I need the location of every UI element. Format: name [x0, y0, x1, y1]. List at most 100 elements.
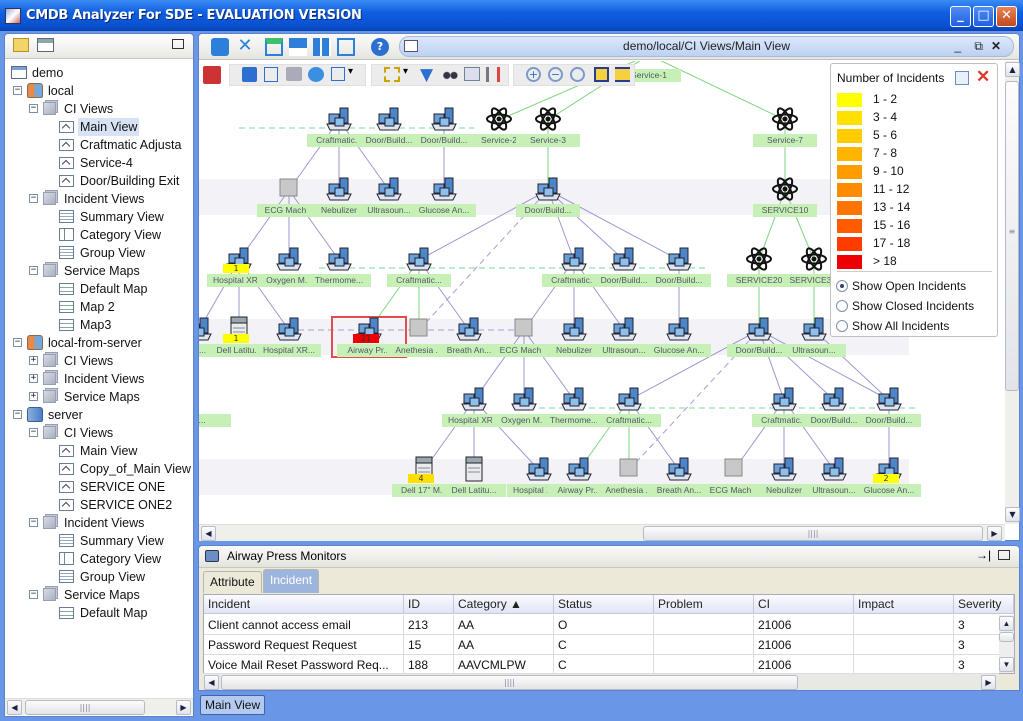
tree-item[interactable]: − CI Views: [5, 100, 193, 118]
column-header[interactable]: Incident: [204, 595, 404, 614]
fit-height-icon[interactable]: [615, 67, 630, 82]
incident-filter-radio[interactable]: Show All Incidents: [836, 318, 996, 334]
toolbox-icon[interactable]: [203, 66, 221, 84]
table-cell[interactable]: C: [554, 635, 654, 655]
tree-item[interactable]: Map3: [5, 316, 193, 334]
settings-icon[interactable]: [486, 67, 500, 82]
cascade-icon[interactable]: [211, 38, 229, 56]
tooltip-icon[interactable]: [464, 67, 480, 81]
table-cell[interactable]: [854, 615, 954, 635]
table-hscroll-thumb[interactable]: ||||: [221, 675, 798, 690]
radio-button[interactable]: [836, 300, 848, 312]
import-icon[interactable]: [37, 38, 54, 52]
tree-item[interactable]: Summary View: [5, 208, 193, 226]
tree-item[interactable]: − server: [5, 406, 193, 424]
ci-node[interactable]: Glucose An...: [639, 314, 719, 360]
diagram-hscroll[interactable]: ◀ |||| ▶: [199, 524, 1005, 541]
close-legend-icon[interactable]: ✕: [976, 67, 990, 87]
diagram-vscroll[interactable]: ▲ ≡ ▼: [1005, 61, 1020, 524]
fit-page-icon[interactable]: [594, 67, 609, 82]
edit-legend-icon[interactable]: [955, 71, 969, 85]
table-cell[interactable]: [654, 615, 754, 635]
tree-item[interactable]: − Service Maps: [5, 262, 193, 280]
scroll-down-button[interactable]: ▼: [999, 657, 1014, 672]
tree-item[interactable]: − CI Views: [5, 424, 193, 442]
scroll-up-button[interactable]: ▲: [1005, 62, 1020, 77]
tree-item[interactable]: Service-4: [5, 154, 193, 172]
tab-attribute[interactable]: Attribute: [203, 571, 262, 593]
column-header[interactable]: Status: [554, 595, 654, 614]
collapse-toggle-icon[interactable]: −: [29, 194, 38, 203]
collapse-toggle-icon[interactable]: −: [13, 338, 22, 347]
column-header[interactable]: ID: [404, 595, 454, 614]
tree-item[interactable]: demo: [5, 64, 193, 82]
table-hscroll[interactable]: ◀ |||| ▶: [203, 673, 999, 690]
scroll-left-button[interactable]: ◀: [7, 700, 22, 715]
tree-item[interactable]: + Incident Views: [5, 370, 193, 388]
scroll-right-button[interactable]: ▶: [981, 675, 996, 690]
scroll-right-button[interactable]: ▶: [176, 700, 191, 715]
scroll-left-button[interactable]: ◀: [204, 675, 219, 690]
ci-node[interactable]: Service-3: [508, 104, 588, 150]
tree-item[interactable]: Default Map: [5, 604, 193, 622]
tree-item[interactable]: − local: [5, 82, 193, 100]
column-header[interactable]: Problem: [654, 595, 754, 614]
print-icon[interactable]: [286, 67, 302, 81]
tree-item[interactable]: Map 2: [5, 298, 193, 316]
incident-filter-radio[interactable]: Show Closed Incidents: [836, 298, 996, 314]
table-cell[interactable]: [854, 655, 954, 673]
close-all-icon[interactable]: ✕: [236, 37, 254, 56]
table-cell[interactable]: AAVCMLPW: [454, 655, 554, 673]
tree-item[interactable]: Default Map: [5, 280, 193, 298]
panel-close-button[interactable]: ✕: [991, 37, 1001, 56]
filter-icon[interactable]: ▼: [420, 65, 438, 85]
undock-icon[interactable]: [998, 550, 1010, 560]
radio-button[interactable]: [836, 320, 848, 332]
help-icon[interactable]: ?: [371, 38, 389, 56]
ci-node[interactable]: Glucose An...: [404, 174, 484, 220]
ci-node[interactable]: Hospital XR...: [249, 314, 329, 360]
ci-node[interactable]: Door/Build...: [849, 384, 929, 430]
table-cell[interactable]: 21006: [754, 635, 854, 655]
table-cell[interactable]: 188: [404, 655, 454, 673]
new-folder-icon[interactable]: [13, 38, 29, 52]
collapse-toggle-icon[interactable]: −: [29, 590, 38, 599]
tree-item[interactable]: Main View: [5, 442, 193, 460]
stack-icon[interactable]: [337, 38, 355, 56]
table-cell[interactable]: O: [554, 615, 654, 635]
table-cell[interactable]: [654, 635, 754, 655]
export-dropdown-icon[interactable]: ▾: [348, 66, 366, 84]
maximize-button[interactable]: □: [973, 6, 994, 27]
layout-dropdown-icon[interactable]: ▾: [403, 66, 421, 84]
table-cell[interactable]: 15: [404, 635, 454, 655]
scroll-thumb[interactable]: ||||: [25, 700, 145, 715]
ci-node[interactable]: R...: [199, 384, 239, 430]
collapse-toggle-icon[interactable]: −: [29, 266, 38, 275]
zoom-in-icon[interactable]: +: [526, 67, 541, 82]
collapse-toggle-icon[interactable]: −: [29, 518, 38, 527]
collapse-toggle-icon[interactable]: −: [13, 410, 22, 419]
close-button[interactable]: ✕: [996, 6, 1017, 27]
zoom-fit-icon[interactable]: [570, 67, 585, 82]
ci-node[interactable]: Glucose An... 2: [849, 454, 929, 500]
table-vscroll[interactable]: ▲ ▼: [999, 615, 1014, 673]
column-header[interactable]: Impact: [854, 595, 954, 614]
tree-item[interactable]: − Incident Views: [5, 190, 193, 208]
tree-item[interactable]: Main View: [5, 118, 193, 136]
table-cell[interactable]: Voice Mail Reset Password Req...: [204, 655, 404, 673]
collapse-toggle-icon[interactable]: −: [29, 104, 38, 113]
panel-restore-button[interactable]: ⧉: [974, 37, 983, 56]
scroll-left-button[interactable]: ◀: [201, 526, 216, 541]
tree-item[interactable]: Group View: [5, 568, 193, 586]
column-header[interactable]: CI: [754, 595, 854, 614]
save-icon[interactable]: [242, 67, 257, 82]
table-vscroll-thumb[interactable]: [999, 632, 1014, 642]
ci-node[interactable]: Service-7: [745, 104, 825, 150]
navigator-hscroll[interactable]: ◀ |||| ▶: [5, 698, 193, 715]
tree-item[interactable]: − local-from-server: [5, 334, 193, 352]
pin-icon[interactable]: →|: [976, 548, 991, 562]
tree-item[interactable]: Category View: [5, 550, 193, 568]
ci-node[interactable]: Craftmatic...: [589, 384, 669, 430]
expand-toggle-icon[interactable]: +: [29, 374, 38, 383]
tree-item[interactable]: Category View: [5, 226, 193, 244]
